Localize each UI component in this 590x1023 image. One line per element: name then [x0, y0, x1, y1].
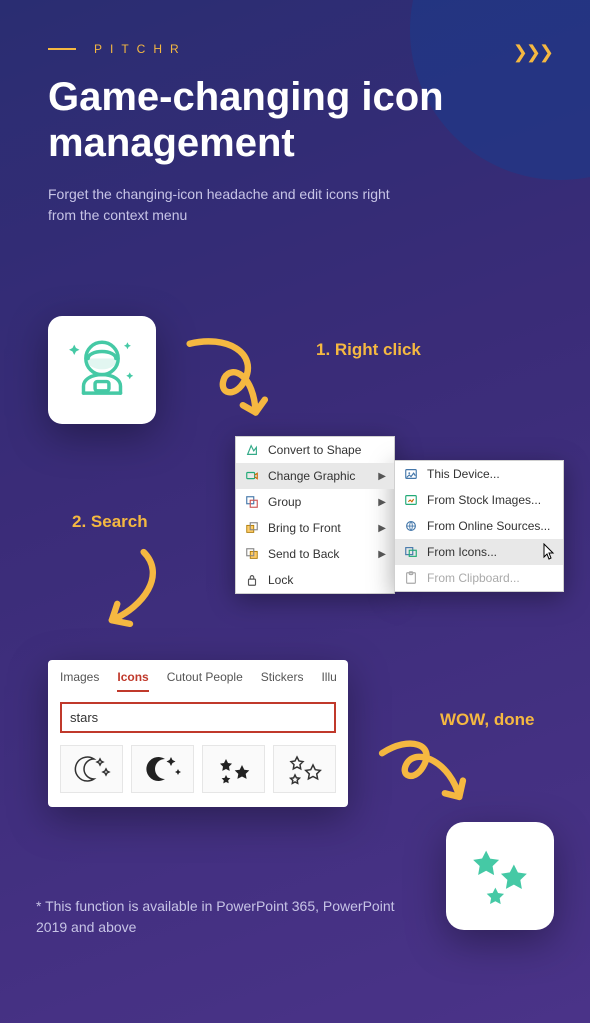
search-tabs: Images Icons Cutout People Stickers Illust: [60, 670, 336, 692]
submenu-item[interactable]: From Icons...: [395, 539, 563, 565]
page-title: Game-changing icon management: [48, 74, 530, 166]
tab-illust[interactable]: Illust: [321, 670, 336, 692]
page-subtitle: Forget the changing-icon headache and ed…: [48, 184, 408, 226]
menu-item[interactable]: Convert to Shape: [236, 437, 394, 463]
brand-dash: [48, 48, 76, 50]
arrow-icon: [80, 540, 180, 655]
menu-item-label: Convert to Shape: [268, 443, 361, 457]
context-menu-submenu: This Device... From Stock Images... From O…: [394, 460, 564, 592]
menu-item-label: From Online Sources...: [427, 519, 550, 533]
cursor-icon: [543, 543, 557, 561]
menu-item[interactable]: Change Graphic ▶: [236, 463, 394, 489]
result-icon-card: [446, 822, 554, 930]
tab-cutout-people[interactable]: Cutout People: [167, 670, 243, 692]
tab-images[interactable]: Images: [60, 670, 99, 692]
result-icon-outline-moon-stars[interactable]: [60, 745, 123, 793]
menu-item-label: Bring to Front: [268, 521, 341, 535]
context-menu-primary: Convert to ShapeChange Graphic▶Group▶Bri…: [235, 436, 395, 594]
menu-item-label: Change Graphic: [268, 469, 355, 483]
arrow-icon: [178, 330, 293, 440]
submenu-item: From Clipboard...: [395, 565, 563, 591]
submenu-item[interactable]: This Device...: [395, 461, 563, 487]
search-input[interactable]: [60, 702, 336, 733]
chevron-right-icon: ▶: [378, 549, 386, 560]
header: PITCHR Game-changing icon management For…: [48, 42, 530, 226]
chevron-right-icon: ▶: [378, 497, 386, 508]
footnote: * This function is available in PowerPoi…: [36, 896, 406, 938]
stars-icon: [463, 839, 537, 913]
submenu-item[interactable]: From Stock Images...: [395, 487, 563, 513]
result-icon-outline-stars[interactable]: [273, 745, 336, 793]
astronaut-icon: [65, 333, 139, 407]
icon-search-panel: Images Icons Cutout People Stickers Illust: [48, 660, 348, 807]
result-icon-solid-stars[interactable]: [202, 745, 265, 793]
source-icon-card: [48, 316, 156, 424]
result-icon-solid-moon-stars[interactable]: [131, 745, 194, 793]
menu-item-label: This Device...: [427, 467, 500, 481]
arrow-icon: [370, 726, 485, 826]
brand-name: PITCHR: [94, 42, 187, 56]
menu-item-label: Group: [268, 495, 301, 509]
tab-stickers[interactable]: Stickers: [261, 670, 304, 692]
menu-item[interactable]: Send to Back ▶: [236, 541, 394, 567]
step-1-label: 1. Right click: [316, 340, 421, 360]
menu-item-label: Send to Back: [268, 547, 339, 561]
menu-item-label: From Stock Images...: [427, 493, 541, 507]
search-results: [60, 745, 336, 793]
context-menu: Convert to ShapeChange Graphic▶Group▶Bri…: [235, 436, 565, 594]
menu-item-label: From Clipboard...: [427, 571, 520, 585]
menu-item[interactable]: Bring to Front ▶: [236, 515, 394, 541]
chevron-right-icon: ▶: [378, 471, 386, 482]
tab-icons[interactable]: Icons: [117, 670, 148, 692]
step-2-label: 2. Search: [72, 512, 148, 532]
menu-item[interactable]: Group ▶: [236, 489, 394, 515]
submenu-item[interactable]: From Online Sources...: [395, 513, 563, 539]
menu-item[interactable]: Lock: [236, 567, 394, 593]
chevron-right-icon: ▶: [378, 523, 386, 534]
menu-item-label: From Icons...: [427, 545, 497, 559]
menu-item-label: Lock: [268, 573, 293, 587]
